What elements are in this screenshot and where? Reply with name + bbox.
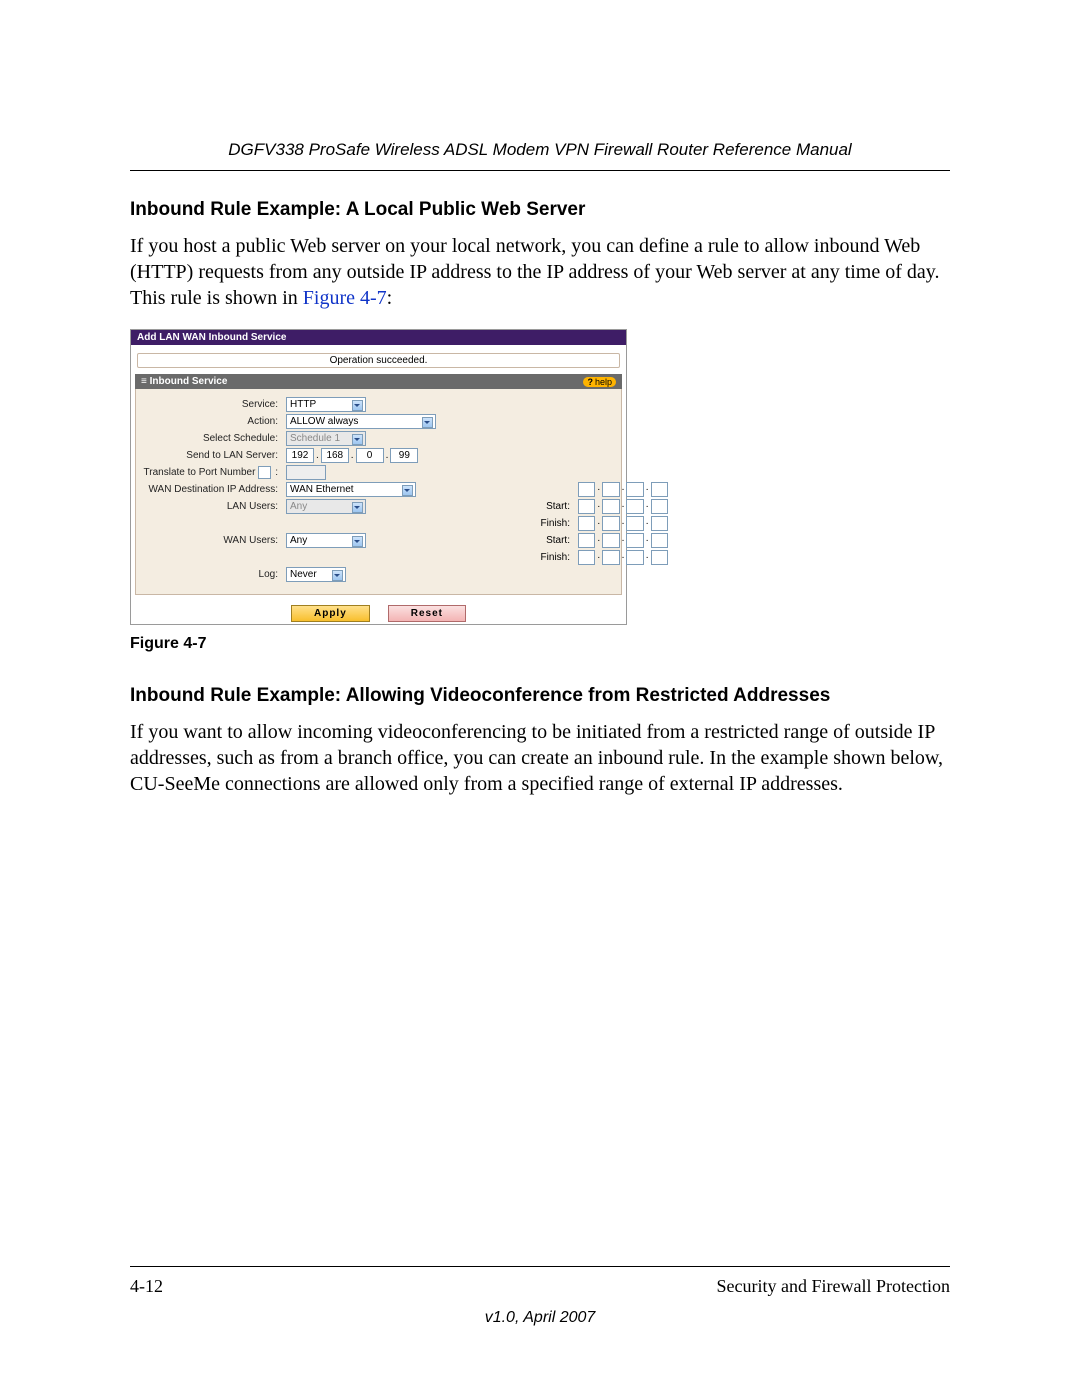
service-select[interactable]: HTTP: [286, 397, 366, 412]
label-translate: Translate to Port Number :: [142, 466, 282, 479]
wan-finish-ip: ...: [578, 550, 668, 565]
translate-checkbox[interactable]: [258, 466, 271, 479]
label-sendto: Send to LAN Server:: [142, 450, 282, 461]
footer-section-name: Security and Firewall Protection: [717, 1276, 950, 1297]
manual-header: DGFV338 ProSafe Wireless ADSL Modem VPN …: [130, 140, 950, 160]
wan-start-ip: ...: [578, 533, 668, 548]
section1-paragraph: If you host a public Web server on your …: [130, 233, 950, 311]
label-lan-users: LAN Users:: [142, 501, 282, 512]
translate-port-input: [286, 465, 326, 480]
ip-octet-3[interactable]: 0: [356, 448, 384, 463]
wan-users-select[interactable]: Any: [286, 533, 366, 548]
apply-button[interactable]: Apply: [291, 605, 370, 622]
label-wan-dest: WAN Destination IP Address:: [142, 484, 282, 495]
section-title: ≡ Inbound Service: [141, 376, 227, 387]
section-title-text: Inbound Service: [150, 376, 228, 387]
ui-titlebar: Add LAN WAN Inbound Service: [131, 330, 626, 345]
ip-octet-1[interactable]: 192: [286, 448, 314, 463]
label-start-1: Start:: [514, 501, 574, 512]
wan-dest-ip-blank: ...: [578, 482, 668, 497]
page-number: 4-12: [130, 1276, 163, 1297]
label-start-2: Start:: [514, 535, 574, 546]
section1-pre: If you host a public Web server on your …: [130, 235, 939, 309]
lan-start-ip: ...: [578, 499, 668, 514]
figure-caption: Figure 4-7: [130, 635, 950, 653]
action-select[interactable]: ALLOW always: [286, 414, 436, 429]
section-heading-2: Inbound Rule Example: Allowing Videoconf…: [130, 685, 950, 707]
header-rule: [130, 170, 950, 171]
help-label: help: [595, 377, 612, 387]
footer-rule: [130, 1266, 950, 1267]
lan-finish-ip: ...: [578, 516, 668, 531]
section-header: ≡ Inbound Service help: [135, 374, 622, 389]
section2-paragraph: If you want to allow incoming videoconfe…: [130, 719, 950, 797]
label-log: Log:: [142, 569, 282, 580]
label-finish-1: Finish:: [514, 518, 574, 529]
lan-server-ip[interactable]: 192. 168. 0. 99: [286, 448, 466, 463]
ip-octet-2[interactable]: 168: [321, 448, 349, 463]
reset-button[interactable]: Reset: [388, 605, 466, 622]
label-wan-users: WAN Users:: [142, 535, 282, 546]
figure-reference-link[interactable]: Figure 4-7: [303, 287, 387, 309]
schedule-select: Schedule 1: [286, 431, 366, 446]
status-message: Operation succeeded.: [137, 353, 620, 368]
footer-version: v1.0, April 2007: [0, 1309, 1080, 1327]
section-heading-1: Inbound Rule Example: A Local Public Web…: [130, 199, 950, 221]
label-schedule: Select Schedule:: [142, 433, 282, 444]
lan-users-select: Any: [286, 499, 366, 514]
wan-dest-select[interactable]: WAN Ethernet: [286, 482, 416, 497]
help-button[interactable]: help: [583, 377, 616, 387]
log-select[interactable]: Never: [286, 567, 346, 582]
figure-screenshot: Add LAN WAN Inbound Service Operation su…: [130, 329, 627, 625]
section1-post: :: [387, 287, 393, 309]
label-action: Action:: [142, 416, 282, 427]
button-bar: Apply Reset: [131, 601, 626, 624]
label-finish-2: Finish:: [514, 552, 574, 563]
label-service: Service:: [142, 399, 282, 410]
ip-octet-4[interactable]: 99: [390, 448, 418, 463]
